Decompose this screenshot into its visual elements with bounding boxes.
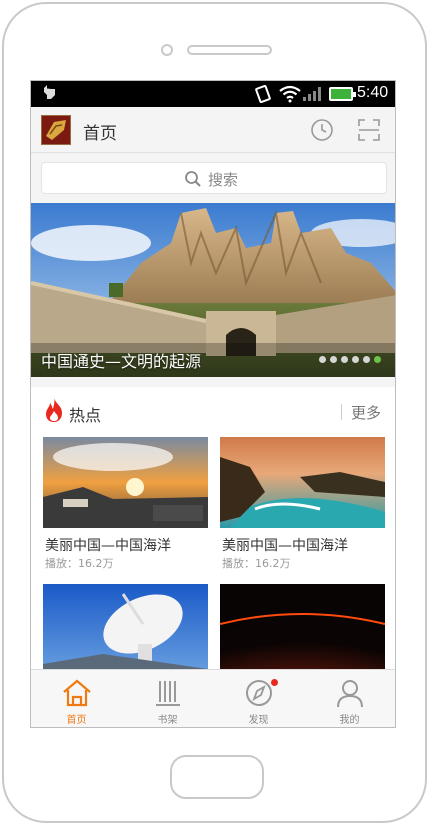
nav-label: 我的 <box>339 715 360 726</box>
bottom-navigation: 首页 书架 发现 我的 <box>31 669 395 727</box>
carousel-dot[interactable] <box>319 356 326 363</box>
hot-header: 热点 更多 <box>31 387 395 435</box>
screen: 5:40 首页 搜索 中国通史—文明的起源 热点 更多 美丽中国—中国海洋 播放… <box>30 80 396 728</box>
hot-section: 热点 更多 美丽中国—中国海洋 播放：16.2万 美丽中国—中国海洋 播放：16… <box>31 387 395 687</box>
banner-carousel[interactable]: 中国通史—文明的起源 <box>31 203 395 377</box>
video-card[interactable]: 美丽中国—中国海洋 播放：16.2万 <box>43 437 208 570</box>
carousel-dot[interactable] <box>341 356 348 363</box>
video-card[interactable]: 美丽中国—中国海洋 播放：16.2万 <box>220 437 385 570</box>
nav-home[interactable]: 首页 <box>31 670 122 727</box>
nav-label: 首页 <box>66 715 87 726</box>
camera <box>161 44 173 56</box>
search-placeholder: 搜索 <box>208 171 239 189</box>
nav-bookshelf[interactable]: 书架 <box>122 670 213 727</box>
vibrate-icon <box>255 85 271 103</box>
search-icon <box>185 171 201 187</box>
carousel-indicator <box>319 356 381 363</box>
carousel-dot-active[interactable] <box>374 356 381 363</box>
page-title: 首页 <box>83 124 117 144</box>
video-card[interactable] <box>43 584 208 675</box>
banner-caption: 中国通史—文明的起源 <box>41 352 202 371</box>
notification-badge <box>271 679 278 686</box>
fire-icon <box>46 398 62 422</box>
home-icon <box>63 679 91 707</box>
video-thumbnail <box>220 437 385 528</box>
signal-icon <box>303 87 321 101</box>
video-title: 美丽中国—中国海洋 <box>222 538 348 554</box>
bookshelf-icon <box>156 681 180 706</box>
search-bar[interactable]: 搜索 <box>41 162 387 194</box>
app-logo <box>41 115 71 145</box>
speaker <box>187 45 272 55</box>
nav-label: 发现 <box>248 715 269 726</box>
battery-icon <box>329 87 356 101</box>
home-hardware-button[interactable] <box>170 755 264 799</box>
nav-label: 书架 <box>157 715 178 726</box>
play-count: 播放：16.2万 <box>222 557 291 570</box>
app-header: 首页 <box>31 107 395 153</box>
carousel-dot[interactable] <box>330 356 337 363</box>
nav-profile[interactable]: 我的 <box>304 670 395 727</box>
carousel-dot[interactable] <box>352 356 359 363</box>
video-title: 美丽中国—中国海洋 <box>45 538 171 554</box>
video-thumbnail <box>220 584 385 675</box>
wifi-icon <box>279 85 301 103</box>
more-link[interactable]: 更多 <box>351 402 381 423</box>
divider <box>341 404 342 420</box>
scan-icon[interactable] <box>357 118 381 142</box>
usb-debug-icon <box>44 85 55 99</box>
video-card[interactable] <box>220 584 385 675</box>
status-bar: 5:40 <box>31 81 395 107</box>
carousel-dot[interactable] <box>363 356 370 363</box>
nav-discover[interactable]: 发现 <box>213 670 304 727</box>
status-time: 5:40 <box>357 84 389 101</box>
play-count: 播放：16.2万 <box>45 557 114 570</box>
person-icon <box>337 680 363 708</box>
video-thumbnail <box>43 437 208 528</box>
video-thumbnail <box>43 584 208 675</box>
history-clock-icon[interactable] <box>309 117 335 143</box>
section-title: 热点 <box>69 406 102 425</box>
